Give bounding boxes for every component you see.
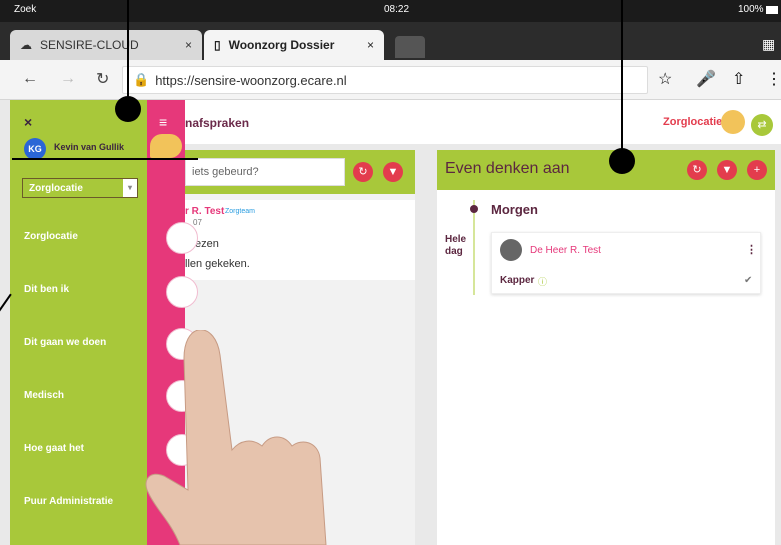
pointing-hand [145,330,327,545]
lock-icon: 🔒 [133,72,150,87]
star-icon[interactable]: ☆ [658,69,672,89]
refresh-icon[interactable]: ↻ [687,160,707,180]
back-label[interactable]: Zoek [14,4,36,15]
allday-label: Hele dag [445,234,467,257]
post-date: 07 [193,218,202,227]
sidebar-item-dit-ben-ik[interactable]: Dit ben ik [24,284,69,295]
post-tag: Zorgteam [225,208,255,215]
forward-arrow-icon[interactable]: → [60,70,76,88]
close-icon[interactable]: × [367,38,374,52]
chevron-down-icon: ▾ [123,179,137,197]
page-icon: ▯ [214,38,221,52]
post-author: r R. Test [185,206,225,217]
post-line: ezen [195,238,219,250]
panel-title: Even denken aan [445,160,570,177]
filter-icon[interactable]: ▼ [383,162,403,182]
info-icon[interactable]: ⓘ [538,275,547,288]
post-card[interactable]: r R. Test Zorgteam 07 ezen llen gekeken. [185,200,415,280]
tab-sensire-cloud[interactable]: ☁ SENSIRE-CLOUD × [10,30,202,60]
share-icon[interactable]: ⇧ [732,69,745,89]
tab-label: Woonzorg Dossier [228,38,335,52]
check-icon[interactable]: ✔ [744,275,752,286]
close-icon[interactable]: × [24,114,32,130]
status-bar: Zoek 08:22 100% [0,0,781,22]
bird-logo [150,134,182,158]
clock: 08:22 [384,4,410,15]
agenda: Morgen Hele dag De Heer R. Test ⋮ Kapper… [437,190,775,545]
callout-line [621,0,623,152]
cloud-icon: ☁ [20,38,32,52]
battery-icon [766,6,778,14]
hamburger-icon[interactable]: ≡ [159,114,167,130]
sidebar-item-medisch[interactable]: Medisch [24,390,64,401]
callout-dot [609,148,635,174]
avatar[interactable] [721,110,745,134]
sidebar-item-puur-administratie[interactable]: Puur Administratie [24,496,113,507]
new-tab-button[interactable] [395,36,425,58]
person-avatar [500,239,522,261]
refresh-icon[interactable]: ↻ [353,162,373,182]
back-arrow-icon[interactable]: ← [22,70,38,88]
tab-woonzorg-dossier[interactable]: ▯ Woonzorg Dossier × [204,30,384,60]
appointment-card[interactable]: De Heer R. Test ⋮ Kapper ⓘ ✔ [491,232,761,294]
url-text: https://sensire-woonzorg.ecare.nl [155,72,347,88]
callout-line [127,0,129,100]
search-icon[interactable] [166,276,198,308]
address-bar: ← → ↻ 🔒 https://sensire-woonzorg.ecare.n… [0,60,781,100]
tab-label: SENSIRE-CLOUD [40,38,139,52]
day-heading: Morgen [491,202,538,217]
more-icon[interactable]: ⋮ [766,69,781,89]
sidebar-item-hoe-gaat-het[interactable]: Hoe gaat het [24,443,84,454]
mic-icon[interactable]: 🎤 [696,69,716,89]
person-name: De Heer R. Test [530,245,601,256]
right-panel: Even denken aan ↻ ▼ + Morgen Hele dag De… [437,150,775,545]
callout-line [12,158,198,160]
more-icon[interactable]: ⋮ [746,243,757,256]
user-name: Kevin van Gullik [54,142,125,152]
sidebar: × KG Kevin van Gullik Zorglocatie ▾ Zorg… [10,100,147,545]
sidebar-item-dit-gaan-we-doen[interactable]: Dit gaan we doen [24,337,106,348]
app-header: nafspraken Zorglocatie ⇄ [185,100,781,144]
menu-icon[interactable]: ▦ [762,36,775,53]
sidebar-item-zorglocatie[interactable]: Zorglocatie [24,231,78,242]
close-icon[interactable]: × [185,38,192,52]
swap-icon[interactable]: ⇄ [751,114,773,136]
location-select[interactable]: Zorglocatie ▾ [22,178,138,198]
user-initials: KG [24,138,46,160]
timeline-dot [470,205,478,213]
filter-icon[interactable]: ▼ [717,160,737,180]
appointment-title: Kapper [500,275,535,286]
timeline-line [473,200,475,295]
post-line: llen gekeken. [185,258,250,270]
add-icon[interactable]: + [747,160,767,180]
page-title: nafspraken [185,116,250,130]
home-icon[interactable] [166,222,198,254]
location-label: Zorglocatie [663,116,723,128]
battery-text: 100% [738,4,764,15]
url-field[interactable]: 🔒 https://sensire-woonzorg.ecare.nl [122,66,648,94]
reload-icon[interactable]: ↻ [96,69,109,89]
callout-dot [115,96,141,122]
message-input[interactable]: iets gebeurd? [185,158,345,186]
tab-bar: ☁ SENSIRE-CLOUD × ▯ Woonzorg Dossier × ▦ [0,22,781,60]
select-value: Zorglocatie [29,183,83,194]
